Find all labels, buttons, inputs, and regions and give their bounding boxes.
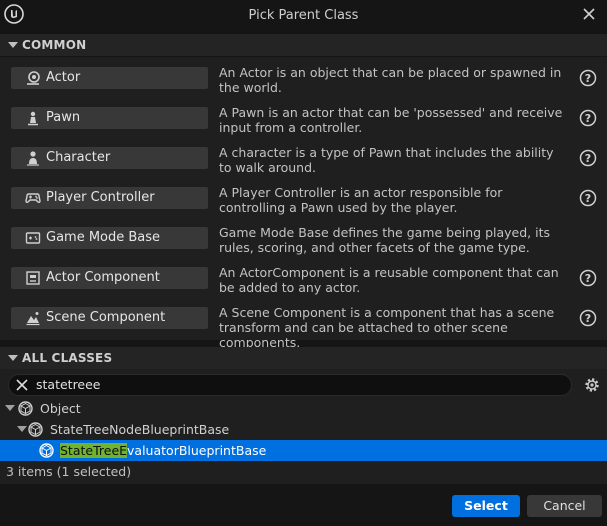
- common-class-row-player-controller: Player Controller A Player Controller is…: [0, 180, 607, 220]
- all-classes-section-header[interactable]: ALL CLASSES: [0, 347, 607, 369]
- expand-arrow-icon[interactable]: [5, 405, 15, 411]
- common-class-row-character: Character A character is a type of Pawn …: [0, 140, 607, 180]
- object-class-icon: [39, 443, 54, 458]
- svg-text:?: ?: [585, 152, 591, 165]
- pawn-class-description: A Pawn is an actor that can be 'possesse…: [219, 105, 563, 135]
- common-class-row-actor-component: Actor Component An ActorComponent is a r…: [0, 260, 607, 300]
- svg-text:?: ?: [585, 112, 591, 125]
- selection-status: 3 items (1 selected): [6, 464, 132, 479]
- dialog-title: Pick Parent Class: [248, 8, 359, 23]
- scene-component-class-button[interactable]: Scene Component: [11, 307, 208, 329]
- player-controller-class-button[interactable]: Player Controller: [11, 187, 208, 209]
- search-match-highlight: StateTreeE: [60, 443, 128, 458]
- actor-component-class-description: An ActorComponent is a reusable componen…: [219, 265, 559, 295]
- title-bar: Pick Parent Class: [0, 0, 607, 32]
- class-search-input[interactable]: statetreee: [8, 374, 572, 396]
- close-icon: [583, 8, 595, 20]
- scene-component-class-description: A Scene Component is a component that ha…: [219, 305, 555, 350]
- tree-row-label-rest: valuatorBlueprintBase: [127, 443, 267, 458]
- common-class-row-game-mode-base: Game Mode Base Game Mode Base defines th…: [0, 220, 607, 260]
- common-class-row-pawn: Pawn A Pawn is an actor that can be 'pos…: [0, 100, 607, 140]
- help-icon[interactable]: ?: [579, 109, 597, 127]
- player-controller-class-label: Player Controller: [46, 190, 155, 205]
- character-class-label: Character: [46, 150, 111, 165]
- clear-search-icon[interactable]: [15, 378, 29, 392]
- actor-class-button[interactable]: Actor: [11, 67, 208, 89]
- scene-component-icon: [26, 312, 40, 326]
- actor-component-class-button[interactable]: Actor Component: [11, 267, 208, 289]
- help-icon[interactable]: ?: [579, 189, 597, 207]
- collapse-arrow-icon: [8, 355, 18, 361]
- gear-icon[interactable]: [583, 376, 601, 394]
- actor-class-label: Actor: [46, 70, 81, 85]
- collapse-arrow-icon: [8, 42, 18, 48]
- game-mode-base-class-label: Game Mode Base: [46, 230, 161, 245]
- all-classes-section-label: ALL CLASSES: [22, 351, 113, 365]
- common-class-row-scene-component: Scene Component A Scene Component is a c…: [0, 300, 607, 350]
- actor-component-icon: [26, 271, 40, 285]
- actor-class-description: An Actor is an object that can be placed…: [219, 65, 562, 95]
- character-class-button[interactable]: Character: [11, 147, 208, 169]
- pawn-icon: [28, 111, 38, 126]
- object-class-icon: [18, 401, 33, 416]
- tree-row-statetreenodeblueprintbase[interactable]: StateTreeNodeBlueprintBase: [0, 419, 607, 440]
- pawn-class-button[interactable]: Pawn: [11, 107, 208, 129]
- game-mode-base-class-button[interactable]: Game Mode Base: [11, 227, 208, 249]
- common-class-row-actor: Actor An Actor is an object that can be …: [0, 60, 607, 100]
- help-icon[interactable]: ?: [579, 149, 597, 167]
- actor-icon: [27, 71, 40, 85]
- actor-component-class-label: Actor Component: [46, 270, 160, 285]
- help-icon[interactable]: ?: [579, 269, 597, 287]
- select-button[interactable]: Select: [452, 495, 520, 517]
- character-icon: [27, 151, 39, 166]
- gamepad-icon: [25, 193, 41, 204]
- help-icon[interactable]: ?: [579, 309, 597, 327]
- tree-row-label: Object: [40, 401, 81, 416]
- tree-row-label: StateTreeEvaluatorBlueprintBase: [60, 440, 266, 461]
- tree-row-label: StateTreeNodeBlueprintBase: [50, 422, 230, 437]
- help-icon[interactable]: ?: [579, 69, 597, 87]
- character-class-description: A character is a type of Pawn that inclu…: [219, 145, 554, 175]
- svg-text:?: ?: [585, 312, 591, 325]
- common-section-label: COMMON: [22, 38, 87, 52]
- tree-row-statetreeevaluatorblueprintbase[interactable]: StateTreeEvaluatorBlueprintBase: [0, 440, 607, 461]
- cancel-button[interactable]: Cancel: [527, 495, 602, 517]
- game-mode-icon: [25, 232, 41, 244]
- svg-text:?: ?: [585, 272, 591, 285]
- pawn-class-label: Pawn: [46, 110, 81, 125]
- svg-text:?: ?: [585, 192, 591, 205]
- expand-arrow-icon[interactable]: [17, 426, 27, 432]
- search-text: statetreee: [36, 377, 101, 392]
- tree-row-object[interactable]: Object: [0, 398, 607, 419]
- scene-component-class-label: Scene Component: [46, 310, 166, 325]
- player-controller-class-description: A Player Controller is an actor responsi…: [219, 185, 503, 215]
- object-class-icon: [28, 422, 43, 437]
- common-section-header[interactable]: COMMON: [0, 34, 607, 56]
- svg-text:?: ?: [585, 72, 591, 85]
- game-mode-base-class-description: Game Mode Base defines the game being pl…: [219, 225, 550, 255]
- close-button[interactable]: [577, 2, 601, 26]
